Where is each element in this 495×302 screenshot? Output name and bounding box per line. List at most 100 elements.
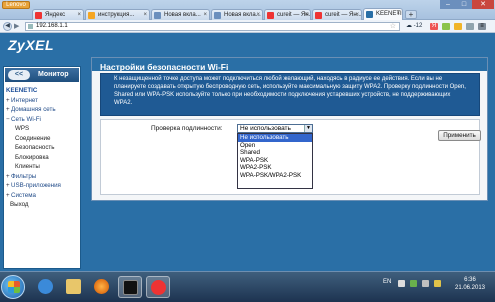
tab-5[interactable]: cureit — Ян... × bbox=[312, 9, 362, 20]
clock[interactable]: 6:36 21.06.2013 bbox=[450, 276, 490, 292]
minimize-button[interactable]: – bbox=[440, 0, 456, 9]
tab-close-icon[interactable]: × bbox=[203, 10, 207, 20]
monitor-label: Монитор bbox=[38, 71, 69, 78]
battery-icon[interactable] bbox=[434, 280, 441, 287]
yandex-bar-icon[interactable]: Я bbox=[430, 23, 438, 30]
auth-select-value: Не использовать bbox=[240, 125, 291, 132]
menu-icon[interactable]: ≡ bbox=[478, 23, 486, 30]
tray-arrow-icon[interactable] bbox=[398, 280, 405, 287]
tab-favicon-icon bbox=[88, 12, 95, 19]
auth-option[interactable]: Не использовать bbox=[238, 134, 312, 142]
network-icon[interactable] bbox=[410, 280, 417, 287]
sidebar-item-11[interactable]: +Система bbox=[6, 191, 80, 201]
address-bar: ◀ ▶ 192.168.1.1 ☆ ☁ -12 Я ≡ bbox=[0, 20, 495, 33]
sidebar-item-2[interactable]: +Домашняя сеть bbox=[6, 105, 80, 115]
tab-favicon-icon bbox=[267, 12, 274, 19]
language-indicator[interactable]: EN bbox=[383, 279, 391, 285]
sidebar-item-8[interactable]: Клиенты bbox=[6, 162, 80, 172]
tab-favicon-icon bbox=[315, 12, 322, 19]
auth-option[interactable]: WPA-PSK/WPA2-PSK bbox=[238, 172, 312, 180]
info-box: К незащищенной точке доступа может подкл… bbox=[100, 73, 480, 116]
back-button[interactable]: ◀ bbox=[3, 22, 12, 31]
start-button[interactable] bbox=[1, 275, 25, 299]
auth-select[interactable]: Не использовать ▼ bbox=[237, 124, 313, 133]
auth-option[interactable]: Shared bbox=[238, 149, 312, 157]
tab-close-icon[interactable]: × bbox=[355, 10, 359, 20]
tab-close-icon[interactable]: × bbox=[77, 10, 81, 20]
tab-2[interactable]: Новая вкла... × bbox=[151, 9, 210, 20]
cloud-icon: ☁ bbox=[406, 23, 412, 29]
page-title: Настройки безопасности Wi-Fi bbox=[100, 62, 229, 72]
sidebar-item-label: Фильтры bbox=[11, 172, 37, 180]
tab-close-icon[interactable]: × bbox=[256, 10, 260, 20]
close-window-button[interactable]: ✕ bbox=[472, 0, 494, 9]
sidebar-item-label: Интернет bbox=[11, 96, 38, 104]
tab-6[interactable]: KEENETIC× bbox=[363, 8, 403, 20]
sidebar-item-4[interactable]: WPS bbox=[6, 124, 80, 134]
sidebar-item-10[interactable]: +USB-приложения bbox=[6, 181, 80, 191]
wifi-security-panel: Настройки безопасности Wi-Fi К незащищен… bbox=[91, 57, 488, 201]
extension-icon[interactable] bbox=[442, 23, 450, 30]
sidebar-item-6[interactable]: Безопасность bbox=[6, 143, 80, 153]
tab-label: Яндекс bbox=[45, 12, 66, 18]
windows-logo-icon bbox=[8, 281, 20, 293]
page-icon bbox=[28, 24, 33, 29]
taskbar-cmd[interactable] bbox=[118, 276, 142, 298]
sidebar-item-label: Домашняя сеть bbox=[11, 106, 56, 113]
chevron-down-icon[interactable]: ▼ bbox=[304, 125, 312, 132]
router-page: ZyXEL << Монитор KEENETIC +Интернет +Домаш… bbox=[0, 33, 495, 271]
sidebar-item-label: Сеть Wi-Fi bbox=[11, 115, 41, 123]
tab-0[interactable]: Яндекс × bbox=[32, 9, 84, 20]
tab-3[interactable]: Новая вкла... × bbox=[211, 9, 263, 20]
star-bookmarks-icon[interactable] bbox=[454, 23, 462, 30]
browser-titlebar: Lenovo Яндекс × инструкция... × Новая вкла..… bbox=[0, 0, 495, 20]
sidebar-item-3[interactable]: −Сеть Wi-Fi bbox=[6, 115, 80, 125]
wrench-icon[interactable] bbox=[466, 23, 474, 30]
tab-close-icon[interactable]: × bbox=[396, 9, 400, 19]
monitor-button[interactable]: << Монитор bbox=[5, 68, 79, 82]
tab-close-icon[interactable]: × bbox=[304, 10, 308, 20]
tab-favicon-icon bbox=[154, 12, 161, 19]
auth-option[interactable]: WPA2-PSK bbox=[238, 164, 312, 172]
sidebar-item-label: Блокировка bbox=[15, 153, 49, 161]
tab-favicon-icon bbox=[366, 11, 373, 18]
weather-widget[interactable]: ☁ -12 bbox=[406, 22, 422, 31]
firefox-icon bbox=[94, 279, 109, 294]
bookmark-star-icon[interactable]: ☆ bbox=[390, 23, 396, 30]
sidebar-item-9[interactable]: +Фильтры bbox=[6, 172, 80, 182]
folder-icon bbox=[66, 279, 81, 294]
auth-option[interactable]: Open bbox=[238, 142, 312, 150]
sidebar-item-label: Соединение bbox=[15, 134, 51, 142]
auth-option[interactable]: WPA-PSK bbox=[238, 157, 312, 165]
sidebar-item-label: Выход bbox=[10, 201, 29, 208]
taskbar-explorer[interactable] bbox=[62, 276, 86, 298]
sidebar-item-5[interactable]: Соединение bbox=[6, 134, 80, 144]
sidebar-item-7[interactable]: Блокировка bbox=[6, 153, 80, 163]
taskbar-firefox[interactable] bbox=[90, 276, 114, 298]
auth-dropdown-list: Не использовать Open Shared WPA-PSK WPA2-PSK… bbox=[237, 133, 313, 189]
tab-4[interactable]: cureit — Ян... × bbox=[264, 9, 311, 20]
cmd-icon bbox=[123, 280, 138, 295]
taskbar-yandex-browser[interactable] bbox=[146, 276, 170, 298]
sidebar-nav: KEENETIC +Интернет +Домашняя сеть −Сеть Wi-… bbox=[6, 86, 80, 210]
sidebar-item-1[interactable]: +Интернет bbox=[6, 96, 80, 106]
new-tab-button[interactable]: + bbox=[405, 10, 417, 19]
volume-icon[interactable] bbox=[422, 280, 429, 287]
sidebar-item-label: USB-приложения bbox=[11, 182, 61, 189]
url-input[interactable]: 192.168.1.1 ☆ bbox=[25, 22, 400, 31]
maximize-button[interactable]: □ bbox=[456, 0, 472, 9]
browser-app-button[interactable]: Lenovo bbox=[2, 1, 30, 9]
taskbar: EN 6:36 21.06.2013 bbox=[0, 271, 495, 302]
tab-label: Новая вкла... bbox=[164, 12, 201, 18]
tab-close-icon[interactable]: × bbox=[143, 10, 147, 20]
tab-favicon-icon bbox=[214, 12, 221, 19]
auth-label: Проверка подлинности: bbox=[151, 125, 223, 132]
tab-label: инструкция... bbox=[98, 12, 135, 18]
sidebar-item-label: WPS bbox=[15, 125, 30, 132]
taskbar-ie[interactable] bbox=[34, 276, 58, 298]
sidebar-item-12[interactable]: Выход bbox=[6, 200, 80, 210]
tab-1[interactable]: инструкция... × bbox=[85, 9, 150, 20]
forward-button[interactable]: ▶ bbox=[14, 22, 19, 31]
tab-favicon-icon bbox=[35, 12, 42, 19]
apply-button[interactable]: Применить bbox=[438, 130, 481, 141]
